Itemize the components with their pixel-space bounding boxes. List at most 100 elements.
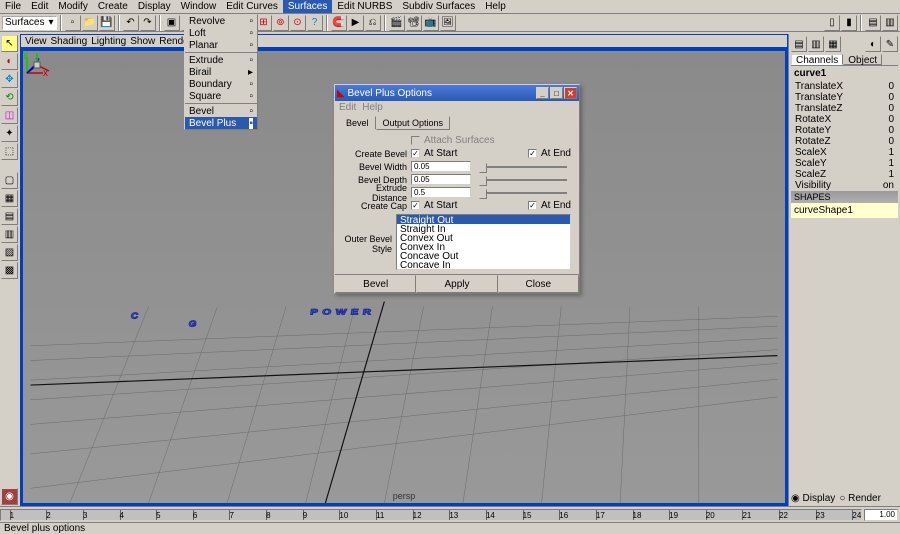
maximize-button[interactable]: □ — [550, 87, 563, 99]
bevel-width-input[interactable]: 0.05 — [411, 161, 471, 172]
snap-point[interactable]: ⊙ — [290, 15, 306, 31]
layout-a[interactable]: ▤ — [1, 208, 18, 225]
dialog-titlebar[interactable]: ◣ Bevel Plus Options _ □ ✕ — [335, 85, 579, 101]
render-radio[interactable]: ○ Render — [839, 493, 881, 504]
minimize-button[interactable]: _ — [536, 87, 549, 99]
bevel-depth-input[interactable]: 0.05 — [411, 174, 471, 185]
options-box-icon[interactable]: ▫ — [249, 40, 253, 51]
vp-show[interactable]: Show — [130, 36, 155, 47]
layout-1[interactable]: ▯ — [824, 15, 840, 31]
options-box-icon[interactable]: ▫ — [249, 91, 253, 102]
time-slider[interactable]: 123456789101112131415161718192021222324 … — [0, 506, 900, 522]
menu-square[interactable]: Square▫ — [185, 90, 257, 102]
menu-surfaces[interactable]: Surfaces — [283, 0, 332, 13]
menu-file[interactable]: File — [0, 0, 26, 13]
channel-box-toggle[interactable]: ▤ — [865, 15, 881, 31]
layout-2[interactable]: ▮ — [841, 15, 857, 31]
attr-row[interactable]: RotateX0 — [791, 114, 898, 125]
menu-editnurbs[interactable]: Edit NURBS — [332, 0, 397, 13]
view-cube-icon[interactable] — [23, 51, 51, 79]
menu-help[interactable]: Help — [480, 0, 511, 13]
bevel-depth-slider[interactable] — [479, 179, 567, 181]
options-box-icon[interactable]: ▪ — [249, 118, 253, 129]
vp-shading[interactable]: Shading — [51, 36, 88, 47]
cb-icon-4[interactable]: ◐ — [865, 36, 881, 52]
select-tool[interactable]: ↖ — [1, 35, 18, 52]
create-cap-start-checkbox[interactable]: ✓ — [411, 201, 420, 210]
help-icon[interactable]: ? — [307, 15, 323, 31]
menu-create[interactable]: Create — [93, 0, 133, 13]
options-box-icon[interactable]: ▫ — [249, 55, 253, 66]
snap-curve[interactable]: ⊚ — [273, 15, 289, 31]
extrude-distance-input[interactable]: 0.5 — [411, 187, 471, 198]
history-icon[interactable]: ⎌ — [365, 15, 381, 31]
menu-bevel[interactable]: Bevel▫ — [185, 105, 257, 117]
menu-window[interactable]: Window — [176, 0, 222, 13]
extrude-distance-slider[interactable] — [479, 192, 567, 194]
attr-row[interactable]: ScaleX1 — [791, 147, 898, 158]
list-item[interactable]: Concave In — [397, 260, 570, 269]
scale-tool[interactable]: ◫ — [1, 107, 18, 124]
layout-b[interactable]: ▥ — [1, 226, 18, 243]
shape-node[interactable]: curveShape1 — [791, 203, 898, 218]
dlg-menu-help[interactable]: Help — [362, 102, 383, 113]
tool-redo[interactable]: ↷ — [140, 15, 156, 31]
close-button[interactable]: ✕ — [564, 87, 577, 99]
layout-d[interactable]: ▩ — [1, 262, 18, 279]
sel-mask-1[interactable]: ▣ — [164, 15, 180, 31]
options-box-icon[interactable]: ▫ — [249, 79, 253, 90]
menu-display[interactable]: Display — [133, 0, 176, 13]
menu-modify[interactable]: Modify — [53, 0, 92, 13]
list-item[interactable]: Straight In — [397, 224, 570, 233]
bevel-button[interactable]: Bevel — [335, 275, 416, 293]
attr-row[interactable]: TranslateY0 — [791, 92, 898, 103]
script-editor-icon[interactable]: ◉ — [1, 488, 18, 505]
list-item[interactable]: Straight Side Edge — [397, 269, 570, 270]
menu-loft[interactable]: Loft▫ — [185, 27, 257, 39]
current-frame-field[interactable]: 1.00 — [864, 509, 898, 521]
cb-icon-2[interactable]: ▥ — [808, 36, 824, 52]
attr-row[interactable]: ScaleZ1 — [791, 169, 898, 180]
lasso-tool[interactable]: ◐ — [1, 53, 18, 70]
timeline-track[interactable]: 123456789101112131415161718192021222324 — [0, 509, 862, 521]
menu-planar[interactable]: Planar▫ — [185, 39, 257, 51]
attr-row[interactable]: TranslateZ0 — [791, 103, 898, 114]
move-tool[interactable]: ✥ — [1, 71, 18, 88]
menu-extrude[interactable]: Extrude▫ — [185, 54, 257, 66]
tool-save[interactable]: 💾 — [99, 15, 115, 31]
outer-bevel-style-listbox[interactable]: Straight Out Straight In Convex Out Conv… — [396, 214, 571, 270]
menu-birail[interactable]: Birail▸ — [185, 66, 257, 78]
attr-editor-toggle[interactable]: ▥ — [882, 15, 898, 31]
list-item[interactable]: Convex Out — [397, 233, 570, 242]
menu-boundary[interactable]: Boundary▫ — [185, 78, 257, 90]
menu-bevel-plus[interactable]: Bevel Plus▪ — [185, 117, 257, 129]
create-bevel-start-checkbox[interactable]: ✓ — [411, 149, 420, 158]
list-item[interactable]: Straight Out — [397, 215, 570, 224]
tab-object[interactable]: Object — [843, 54, 882, 65]
manip-tool[interactable]: ✦ — [1, 125, 18, 142]
menu-revolve[interactable]: Revolve▫ — [185, 15, 257, 27]
ipr-icon[interactable]: ▶ — [348, 15, 364, 31]
cb-icon-1[interactable]: ▤ — [791, 36, 807, 52]
render-4-icon[interactable]: 🖼 — [440, 15, 456, 31]
render-icon[interactable]: 🎬 — [389, 15, 405, 31]
menu-subdiv[interactable]: Subdiv Surfaces — [397, 0, 480, 13]
attr-row[interactable]: TranslateX0 — [791, 81, 898, 92]
menu-editcurves[interactable]: Edit Curves — [221, 0, 283, 13]
vp-view[interactable]: View — [25, 36, 47, 47]
list-item[interactable]: Concave Out — [397, 251, 570, 260]
bevel-width-slider[interactable] — [479, 166, 567, 168]
node-name[interactable]: curve1 — [791, 66, 898, 81]
attr-row[interactable]: Visibilityon — [791, 180, 898, 191]
mode-combo[interactable]: Surfaces▾ — [2, 16, 57, 30]
display-radio[interactable]: ◉ Display — [791, 493, 835, 504]
tool-open[interactable]: 📁 — [82, 15, 98, 31]
attr-row[interactable]: RotateZ0 — [791, 136, 898, 147]
list-item[interactable]: Convex In — [397, 242, 570, 251]
menu-edit[interactable]: Edit — [26, 0, 53, 13]
apply-button[interactable]: Apply — [416, 275, 497, 293]
tab-output-options[interactable]: Output Options — [376, 116, 451, 130]
tool-new[interactable]: ▫ — [65, 15, 81, 31]
layout-c[interactable]: ▨ — [1, 244, 18, 261]
attr-row[interactable]: ScaleY1 — [791, 158, 898, 169]
